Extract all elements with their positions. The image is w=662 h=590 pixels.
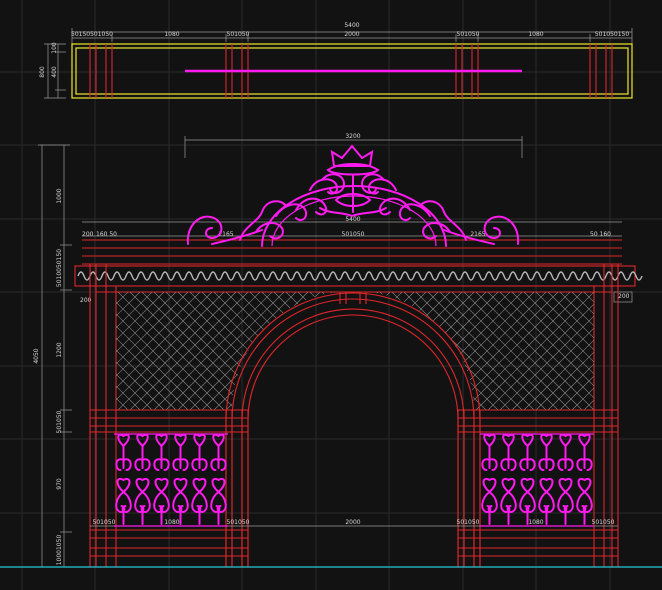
plan-2000-label: 2000 bbox=[344, 31, 359, 38]
bottom-mid-left-label: 501050 bbox=[227, 519, 250, 526]
plan-overall-label: 5400 bbox=[344, 22, 359, 29]
bottom-mid-right-label: 501050 bbox=[457, 519, 480, 526]
right-50-160-label: 50 160 bbox=[590, 231, 611, 238]
bottom-1080-left-label: 1080 bbox=[164, 519, 179, 526]
height-bottom-label: 10001050 bbox=[56, 535, 63, 566]
arch-5400-label: 5400 bbox=[345, 216, 360, 223]
crown-3200-label: 3200 bbox=[345, 133, 360, 140]
bottom-left-501050-label: 501050 bbox=[93, 519, 116, 526]
left-200-label: 200 bbox=[82, 231, 94, 238]
plan-mid-right-label: 501050 bbox=[457, 31, 480, 38]
left-160-50-label: 160 50 bbox=[96, 231, 117, 238]
plan-1080-left-label: 1080 bbox=[164, 31, 179, 38]
bottom-2000-label: 2000 bbox=[345, 519, 360, 526]
plan-side-400-label: 400 bbox=[51, 66, 58, 78]
span-2165-right-label: 2165 bbox=[470, 231, 485, 238]
height-970-label: 970 bbox=[56, 478, 63, 490]
plan-mid-left-label: 501050 bbox=[227, 31, 250, 38]
plan-side-100-label: 100 bbox=[51, 42, 58, 54]
height-501050-label: 501050 bbox=[56, 410, 63, 433]
plan-1080-right-label: 1080 bbox=[528, 31, 543, 38]
bottom-1080-right-label: 1080 bbox=[528, 519, 543, 526]
height-1000-label: 1000 bbox=[56, 188, 63, 203]
beam-200-right-label: 200 bbox=[618, 293, 630, 300]
plan-seg-left-label: 50150501050 bbox=[71, 31, 113, 38]
height-total-label: 4050 bbox=[33, 348, 40, 363]
center-501050-label: 501050 bbox=[342, 231, 365, 238]
plan-seg-right-label: 501050150 bbox=[595, 31, 630, 38]
plan-side-800-label: 800 bbox=[39, 66, 46, 78]
bottom-right-501050-label: 501050 bbox=[592, 519, 615, 526]
beam-stack-label: 5010050150 bbox=[56, 249, 63, 287]
cad-drawing-canvas: 5400 50150501050 1080 501050 2000 501050… bbox=[0, 0, 662, 590]
height-1200-label: 1200 bbox=[56, 342, 63, 357]
